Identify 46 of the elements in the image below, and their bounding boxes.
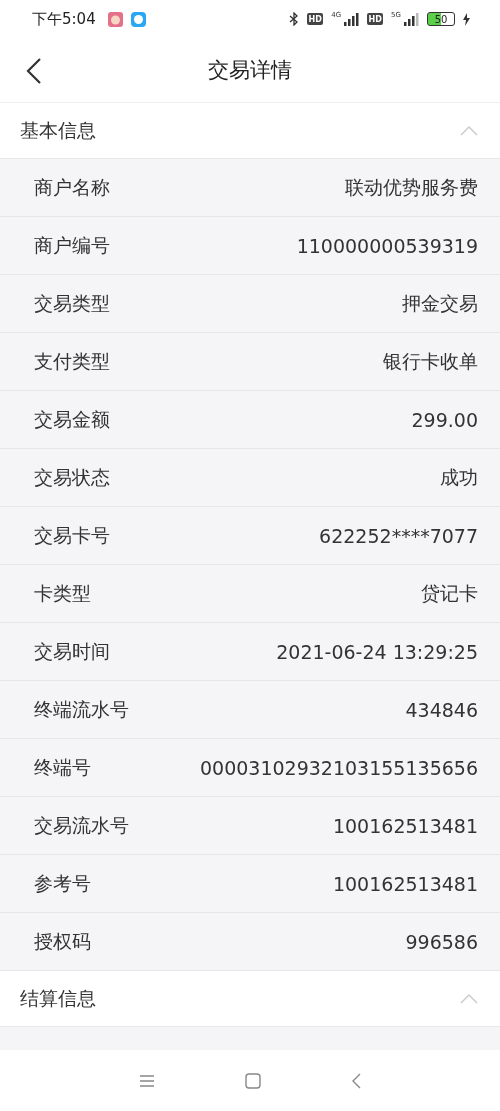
field-value: 100162513481: [332, 872, 478, 895]
signal-icon: [403, 12, 419, 26]
battery-icon: 50: [427, 12, 455, 26]
app-icon: [130, 11, 146, 27]
field-value: 联动优势服务费: [345, 174, 478, 200]
field-label: 交易状态: [34, 464, 110, 490]
field-label: 交易流水号: [34, 812, 129, 838]
field-label: 商户名称: [34, 174, 110, 200]
field-value: 贷记卡: [421, 580, 478, 606]
field-label: 授权码: [34, 928, 91, 954]
hd-badge: HD: [367, 13, 384, 25]
field-value: 银行卡收单: [383, 348, 478, 374]
field-value: 成功: [440, 464, 478, 490]
field-label: 支付类型: [34, 348, 110, 374]
field-label: 终端流水号: [34, 696, 129, 722]
page-title: 交易详情: [208, 57, 292, 84]
bluetooth-icon: [289, 12, 300, 26]
field-value: 622252****7077: [319, 524, 478, 547]
field-value: 299.00: [411, 408, 478, 431]
back-icon[interactable]: [26, 58, 42, 84]
field-label: 终端号: [34, 754, 91, 780]
field-label: 交易卡号: [34, 522, 110, 548]
field-label: 卡类型: [34, 580, 91, 606]
field-value: 2021-06-24 13:29:25: [276, 640, 478, 663]
home-icon[interactable]: [245, 1072, 261, 1089]
field-label: 交易时间: [34, 638, 110, 664]
section-header[interactable]: 基本信息: [0, 103, 500, 159]
field-value: 100162513481: [332, 814, 478, 837]
field-value: 110000000539319: [296, 234, 478, 257]
charging-icon: [463, 12, 470, 26]
field-label: 交易类型: [34, 290, 110, 316]
hd-badge: HD: [307, 13, 324, 25]
field-value: 00003102932103155135656: [199, 756, 478, 779]
field-label: 参考号: [34, 870, 91, 896]
menu-icon[interactable]: [139, 1073, 155, 1088]
section-title: 结算信息: [20, 985, 96, 1011]
signal-icon: [343, 12, 360, 26]
field-label: 商户编号: [34, 232, 110, 258]
field-value: 996586: [405, 930, 478, 953]
field-label: 交易金额: [34, 406, 110, 432]
section-title: 基本信息: [20, 117, 96, 143]
status-time: 下午5:04: [32, 9, 96, 29]
field-value: 434846: [405, 698, 478, 721]
app-icon: [107, 11, 123, 27]
section-header[interactable]: 结算信息: [0, 971, 500, 1027]
field-value: 押金交易: [402, 290, 478, 316]
